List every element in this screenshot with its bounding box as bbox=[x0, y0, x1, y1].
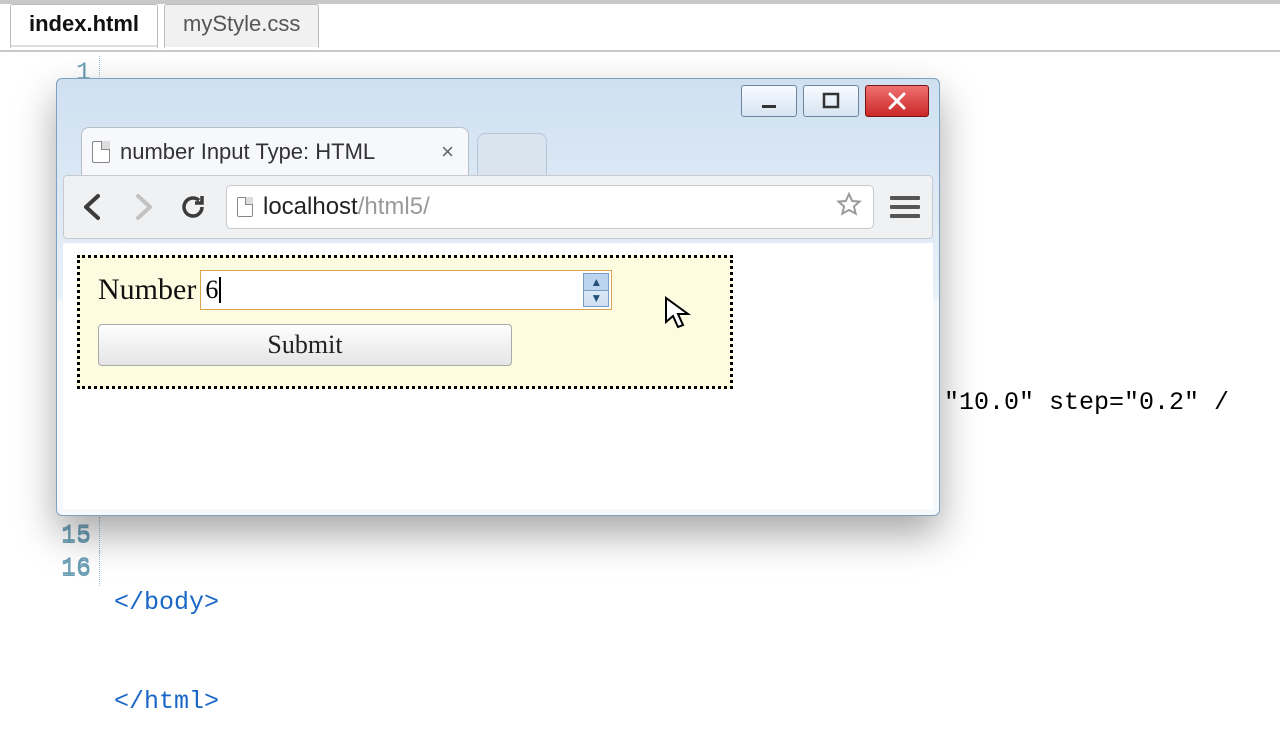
number-input-value: 6 bbox=[201, 275, 218, 305]
browser-menu-button[interactable] bbox=[890, 196, 920, 218]
spinner-down-icon[interactable]: ▼ bbox=[584, 291, 608, 307]
spinner-up-icon[interactable]: ▲ bbox=[584, 274, 608, 291]
browser-new-tab-button[interactable] bbox=[477, 133, 547, 175]
submit-button[interactable]: Submit bbox=[98, 324, 512, 366]
close-icon bbox=[886, 90, 908, 112]
editor-tab-underline bbox=[0, 50, 1280, 52]
editor-code-tail: </body> </html> bbox=[58, 520, 1280, 751]
number-spinner[interactable]: ▲ ▼ bbox=[583, 273, 609, 307]
minimize-icon bbox=[759, 91, 779, 111]
reload-icon bbox=[178, 192, 208, 222]
nav-reload-button[interactable] bbox=[176, 190, 210, 224]
browser-tab-active[interactable]: number Input Type: HTML × bbox=[81, 127, 469, 175]
hamburger-icon bbox=[890, 196, 920, 200]
editor-tabbar: index.html myStyle.css bbox=[10, 4, 319, 49]
address-bar[interactable]: localhost/html5/ bbox=[226, 185, 874, 229]
arrow-right-icon bbox=[128, 192, 158, 222]
code-attr-snippet: "10.0" step="0.2" / bbox=[944, 388, 1229, 417]
form-fieldset: Number 6 ▲ ▼ Submit bbox=[77, 255, 733, 389]
text-caret bbox=[219, 277, 221, 303]
browser-tabstrip: number Input Type: HTML × bbox=[81, 127, 915, 175]
editor-gutter-tail: 15 16 bbox=[0, 520, 100, 586]
browser-toolbar: localhost/html5/ bbox=[63, 175, 933, 239]
nav-forward-button[interactable] bbox=[126, 190, 160, 224]
maximize-icon bbox=[821, 91, 841, 111]
page-viewport: Number 6 ▲ ▼ Submit bbox=[63, 243, 933, 509]
nav-back-button[interactable] bbox=[76, 190, 110, 224]
bookmark-star-icon[interactable] bbox=[835, 191, 863, 224]
code-line-15: </body> bbox=[114, 588, 219, 617]
page-icon bbox=[237, 197, 253, 217]
page-icon bbox=[92, 141, 110, 163]
browser-window: number Input Type: HTML × localhost/html… bbox=[56, 78, 940, 516]
code-line-16: </html> bbox=[114, 687, 219, 716]
window-controls bbox=[741, 85, 929, 117]
editor-tab-index[interactable]: index.html bbox=[10, 4, 158, 49]
window-maximize-button[interactable] bbox=[803, 85, 859, 117]
number-input[interactable]: 6 ▲ ▼ bbox=[200, 270, 612, 310]
browser-tab-title: number Input Type: HTML bbox=[120, 139, 427, 165]
window-minimize-button[interactable] bbox=[741, 85, 797, 117]
mouse-cursor-icon bbox=[664, 296, 694, 332]
address-url: localhost/html5/ bbox=[263, 193, 430, 221]
window-close-button[interactable] bbox=[865, 85, 929, 117]
tab-close-icon[interactable]: × bbox=[437, 139, 458, 165]
number-field-label: Number bbox=[98, 273, 196, 307]
arrow-left-icon bbox=[78, 192, 108, 222]
editor-tab-style[interactable]: myStyle.css bbox=[164, 4, 319, 49]
